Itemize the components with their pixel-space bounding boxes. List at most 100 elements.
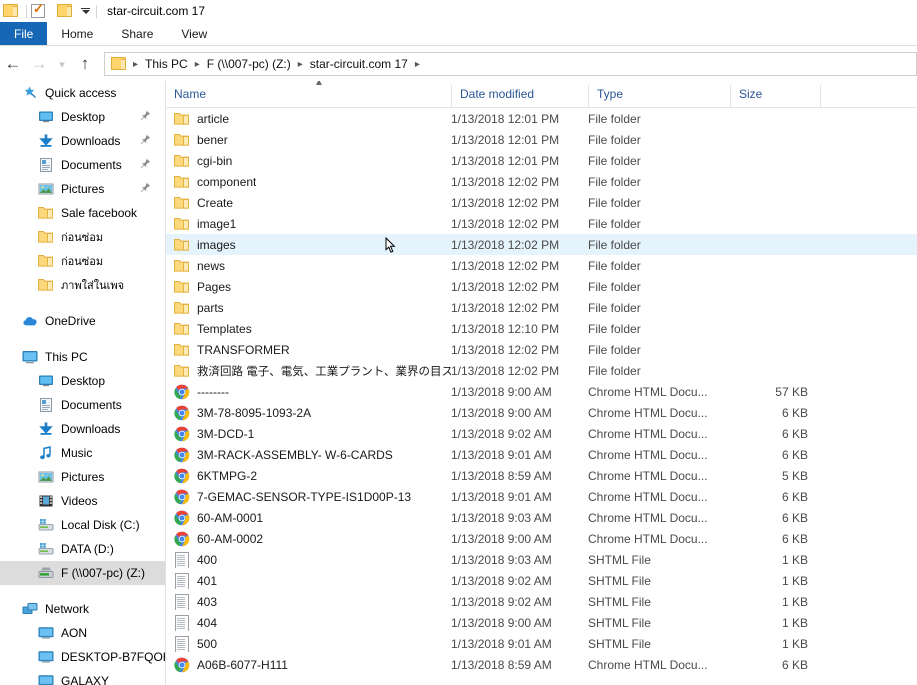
file-type-cell: File folder <box>588 321 641 336</box>
sidebar-item-f-007-pc-z[interactable]: F (\\007-pc) (Z:) <box>0 561 165 585</box>
sidebar-item-aon[interactable]: AON <box>0 621 165 645</box>
chrome-icon <box>174 384 190 400</box>
tab-view[interactable]: View <box>167 22 221 45</box>
file-row[interactable]: news 1/13/2018 12:02 PM File folder <box>166 255 917 276</box>
breadcrumb-separator-0[interactable]: ▸ <box>129 59 142 70</box>
column-header-size[interactable]: Size <box>730 85 820 107</box>
pin-icon[interactable] <box>140 158 151 171</box>
new-folder-icon[interactable] <box>57 3 73 19</box>
file-row[interactable]: 500 1/13/2018 9:01 AM SHTML File 1 KB <box>166 633 917 654</box>
file-row[interactable]: cgi-bin 1/13/2018 12:01 PM File folder <box>166 150 917 171</box>
onedrive-cloud-icon <box>22 313 38 329</box>
folder-icon[interactable] <box>3 3 19 19</box>
file-date-cell: 1/13/2018 8:59 AM <box>451 657 552 672</box>
sidebar-item-local-disk-c[interactable]: Local Disk (C:) <box>0 513 165 537</box>
file-row[interactable]: image1 1/13/2018 12:02 PM File folder <box>166 213 917 234</box>
sidebar-item-[interactable]: ก่อนซ่อม <box>0 225 165 249</box>
sidebar-item-pictures[interactable]: Pictures <box>0 465 165 489</box>
column-header-type[interactable]: Type <box>588 85 730 107</box>
sidebar-item-label: GALAXY <box>61 674 110 685</box>
breadcrumb-item-this-pc[interactable]: This PC <box>142 57 191 71</box>
file-row[interactable]: 404 1/13/2018 9:00 AM SHTML File 1 KB <box>166 612 917 633</box>
sidebar-item-galaxy[interactable]: GALAXY <box>0 669 165 685</box>
sidebar-item-music[interactable]: Music <box>0 441 165 465</box>
breadcrumb-item-current[interactable]: star-circuit.com 17 <box>307 57 411 71</box>
sidebar-group-this-pc[interactable]: This PC <box>0 345 165 369</box>
breadcrumb-folder-icon <box>111 56 127 72</box>
file-row[interactable]: 6KTMPG-2 1/13/2018 8:59 AM Chrome HTML Doc… <box>166 465 917 486</box>
pin-icon[interactable] <box>140 110 151 123</box>
tab-share[interactable]: Share <box>107 22 167 45</box>
file-row[interactable]: article 1/13/2018 12:01 PM File folder <box>166 108 917 129</box>
download-icon <box>38 133 54 149</box>
pin-icon[interactable] <box>140 134 151 147</box>
file-date-cell: 1/13/2018 12:02 PM <box>451 174 560 189</box>
file-row[interactable]: A06B-6077-H111 1/13/2018 8:59 AM Chrome HT… <box>166 654 917 675</box>
file-row[interactable]: Create 1/13/2018 12:02 PM File folder <box>166 192 917 213</box>
recent-locations-chevron-down-icon[interactable]: ▾ <box>52 51 72 77</box>
sidebar-item-desktop-b7fqohi[interactable]: DESKTOP-B7FQOHI <box>0 645 165 669</box>
folder-icon <box>174 174 190 190</box>
title-bar: star-circuit.com 17 <box>0 0 917 22</box>
tab-home[interactable]: Home <box>47 22 107 45</box>
sidebar-item-downloads[interactable]: Downloads <box>0 417 165 441</box>
sidebar-group-quick-access[interactable]: Quick access <box>0 81 165 105</box>
sidebar-item-pictures[interactable]: Pictures <box>0 177 165 201</box>
file-row[interactable]: 3M-78-8095-1093-2A 1/13/2018 9:00 AM Chrom… <box>166 402 917 423</box>
pin-icon[interactable] <box>140 182 151 195</box>
file-row[interactable]: 3M-DCD-1 1/13/2018 9:02 AM Chrome HTML Doc… <box>166 423 917 444</box>
sidebar-item-sale-facebook[interactable]: Sale facebook <box>0 201 165 225</box>
file-type-cell: File folder <box>588 363 641 378</box>
file-row[interactable]: bener 1/13/2018 12:01 PM File folder <box>166 129 917 150</box>
file-rows[interactable]: article 1/13/2018 12:01 PM File folder bene… <box>166 108 917 675</box>
sidebar-item-videos[interactable]: Videos <box>0 489 165 513</box>
file-row[interactable]: Templates 1/13/2018 12:10 PM File folder <box>166 318 917 339</box>
file-row[interactable]: 401 1/13/2018 9:02 AM SHTML File 1 KB <box>166 570 917 591</box>
sidebar-item-[interactable]: ภาพใส่ในเพจ <box>0 273 165 297</box>
sidebar-item-label: Downloads <box>61 134 121 148</box>
back-button[interactable]: ← <box>0 51 26 77</box>
sidebar-item-documents[interactable]: Documents <box>0 393 165 417</box>
sidebar-item-documents[interactable]: Documents <box>0 153 165 177</box>
column-header-name[interactable]: Name ▲ <box>166 81 451 107</box>
chevron-down-icon[interactable] <box>80 5 92 17</box>
sidebar-group-network[interactable]: Network <box>0 597 165 621</box>
breadcrumb-separator-3[interactable]: ▸ <box>411 59 424 70</box>
column-header-date-modified[interactable]: Date modified <box>451 85 588 107</box>
sidebar-item-[interactable]: ก่อนซ่อม <box>0 249 165 273</box>
breadcrumb[interactable]: ▸ This PC ▸ F (\\007-pc) (Z:) ▸ star-cir… <box>104 52 917 76</box>
file-row[interactable]: images 1/13/2018 12:02 PM File folder <box>166 234 917 255</box>
file-row[interactable]: 400 1/13/2018 9:03 AM SHTML File 1 KB <box>166 549 917 570</box>
file-list-pane[interactable]: Name ▲ Date modified Type Size article 1/… <box>166 81 917 685</box>
file-row[interactable]: 7-GEMAC-SENSOR-TYPE-IS1D00P-13 1/13/2018 … <box>166 486 917 507</box>
file-row[interactable]: 60-AM-0002 1/13/2018 9:00 AM Chrome HTML D… <box>166 528 917 549</box>
sidebar-item-desktop[interactable]: Desktop <box>0 105 165 129</box>
file-row[interactable]: 救済回路 電子、電気、工業プラント、業界の目スタ... 1/13/2018 12:… <box>166 360 917 381</box>
file-row[interactable]: 60-AM-0001 1/13/2018 9:03 AM Chrome HTML D… <box>166 507 917 528</box>
properties-checkbox-icon[interactable] <box>31 1 45 18</box>
file-row[interactable]: 3M-RACK-ASSEMBLY- W-6-CARDS 1/13/2018 9:0… <box>166 444 917 465</box>
breadcrumb-separator-1[interactable]: ▸ <box>191 59 204 70</box>
file-size-cell: 1 KB <box>781 573 808 588</box>
forward-button[interactable]: → <box>26 51 52 77</box>
tab-file[interactable]: File <box>0 22 48 45</box>
file-date-cell: 1/13/2018 12:02 PM <box>451 258 560 273</box>
file-name-cell: 404 <box>166 615 451 631</box>
sidebar-item-label: Documents <box>61 398 122 412</box>
up-button[interactable]: ↑ <box>72 51 98 77</box>
sidebar-item-data-d[interactable]: DATA (D:) <box>0 537 165 561</box>
file-row[interactable]: component 1/13/2018 12:02 PM File folder <box>166 171 917 192</box>
breadcrumb-item-drive[interactable]: F (\\007-pc) (Z:) <box>204 57 294 71</box>
navigation-pane[interactable]: Quick access Desktop Downloads Documents Pic… <box>0 81 166 685</box>
sidebar-item-downloads[interactable]: Downloads <box>0 129 165 153</box>
breadcrumb-separator-2[interactable]: ▸ <box>294 59 307 70</box>
file-row[interactable]: TRANSFORMER 1/13/2018 12:02 PM File folder <box>166 339 917 360</box>
file-type-cell: SHTML File <box>588 615 651 630</box>
sidebar-group-onedrive[interactable]: OneDrive <box>0 309 165 333</box>
file-row[interactable]: -------- 1/13/2018 9:00 AM Chrome HTML Doc… <box>166 381 917 402</box>
file-row[interactable]: parts 1/13/2018 12:02 PM File folder <box>166 297 917 318</box>
sidebar-item-desktop[interactable]: Desktop <box>0 369 165 393</box>
file-row[interactable]: 403 1/13/2018 9:02 AM SHTML File 1 KB <box>166 591 917 612</box>
file-row[interactable]: Pages 1/13/2018 12:02 PM File folder <box>166 276 917 297</box>
chrome-icon <box>174 531 190 547</box>
